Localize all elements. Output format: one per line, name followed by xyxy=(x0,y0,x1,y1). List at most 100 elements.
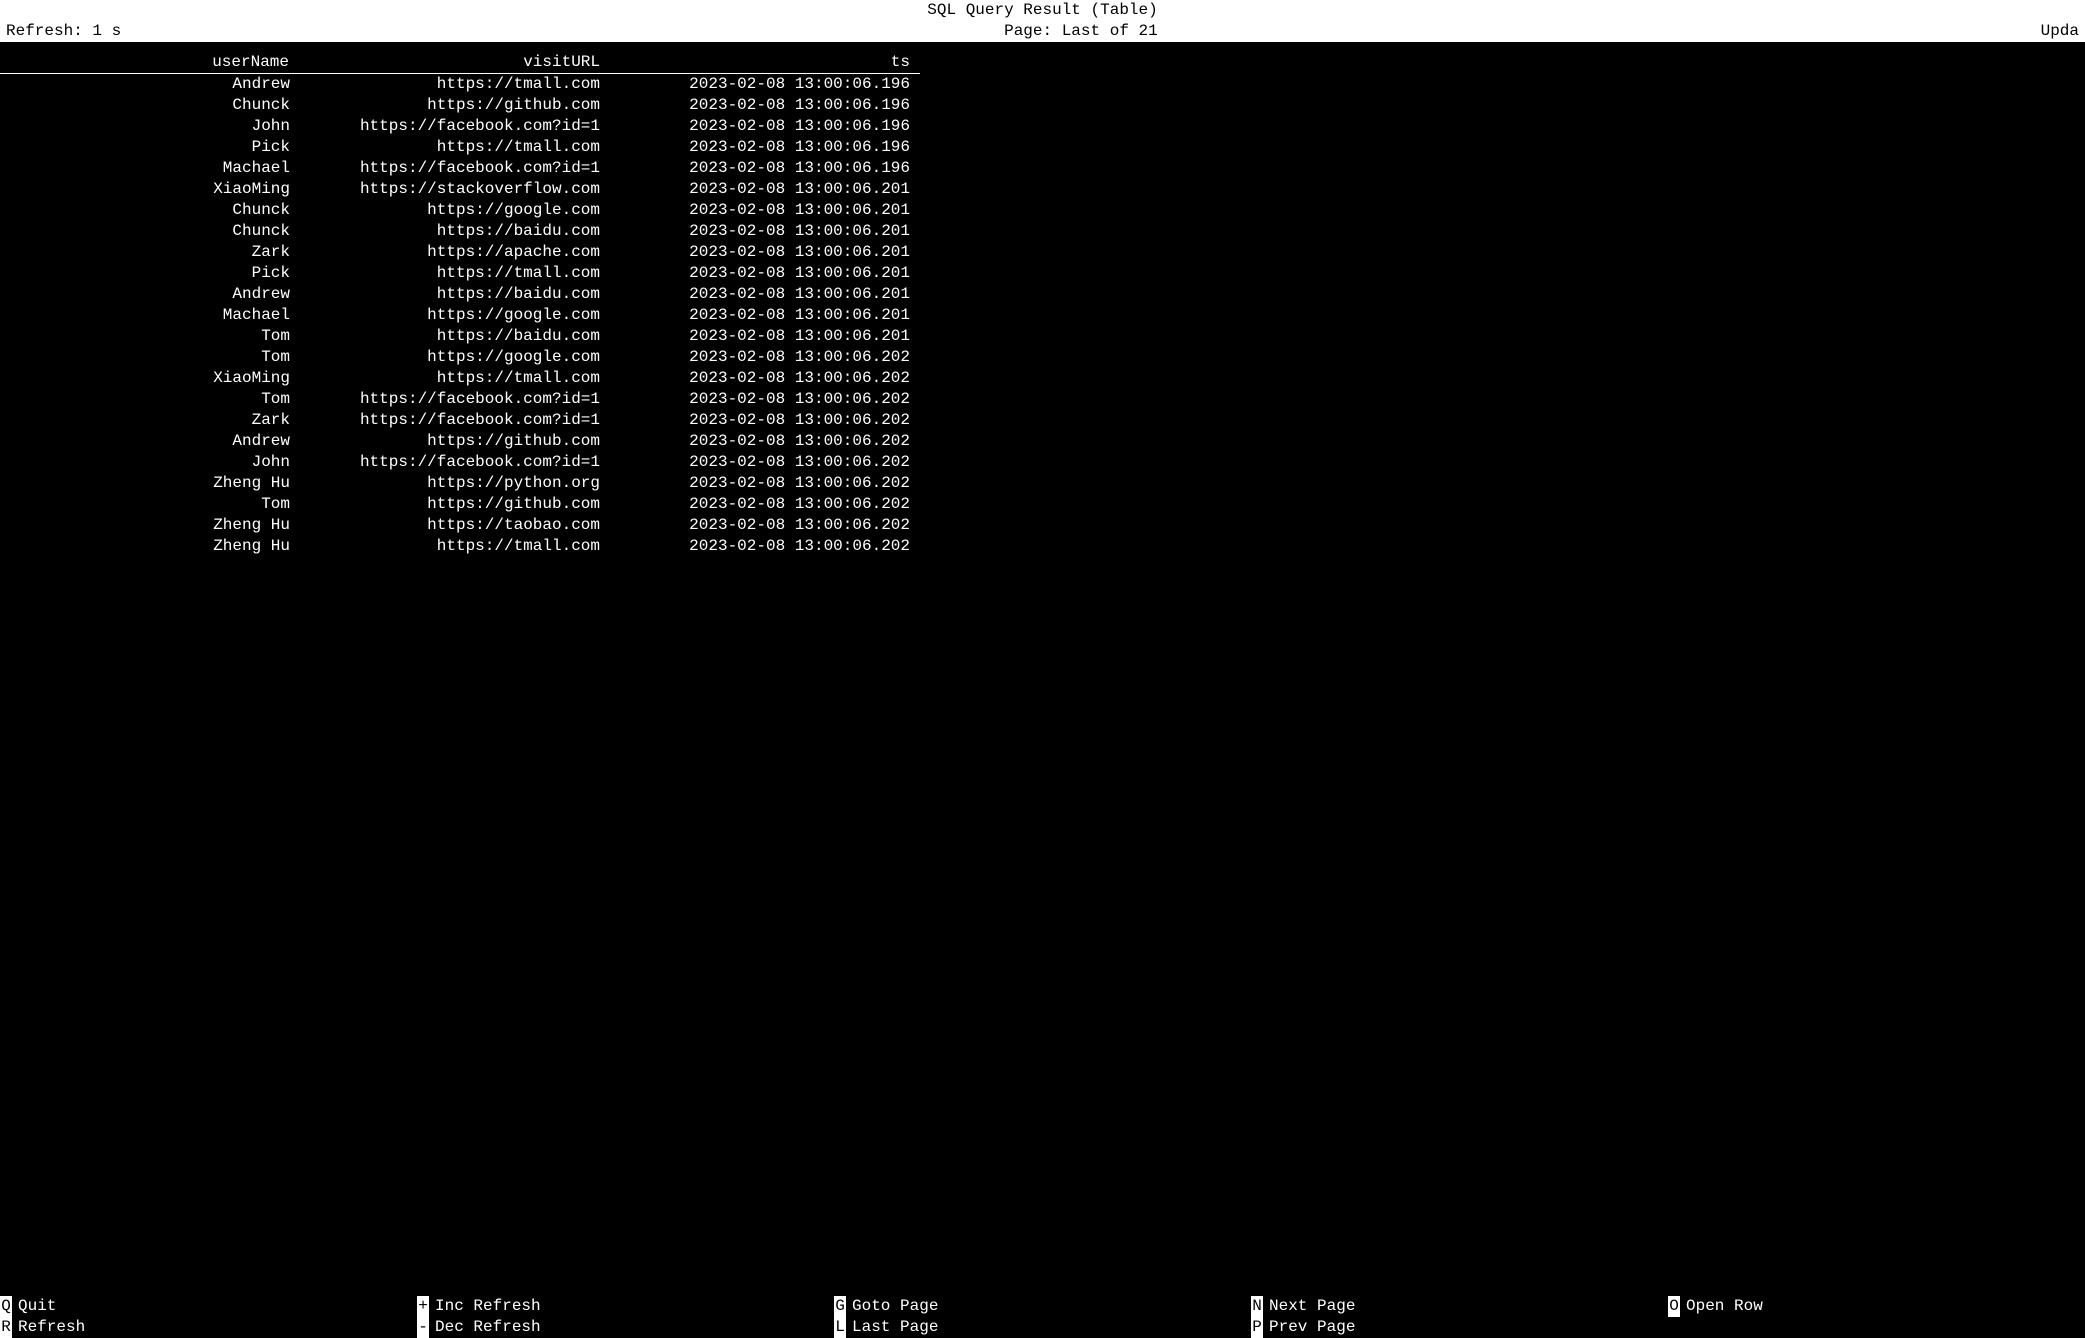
footer-command[interactable]: GGoto Page xyxy=(834,1296,1251,1317)
cell-visiturl: https://baidu.com xyxy=(300,284,610,305)
cell-visiturl: https://google.com xyxy=(300,305,610,326)
table-row[interactable]: Tomhttps://github.com2023-02-08 13:00:06… xyxy=(0,494,920,515)
cell-ts: 2023-02-08 13:00:06.196 xyxy=(610,137,920,158)
updated-status: Upda xyxy=(2041,21,2079,42)
table-row[interactable]: Machaelhttps://google.com2023-02-08 13:0… xyxy=(0,305,920,326)
footer-command[interactable]: RRefresh xyxy=(0,1317,417,1338)
table-row[interactable]: Zarkhttps://facebook.com?id=12023-02-08 … xyxy=(0,410,920,431)
cell-visiturl: https://baidu.com xyxy=(300,221,610,242)
table-row[interactable]: Andrewhttps://baidu.com2023-02-08 13:00:… xyxy=(0,284,920,305)
refresh-status: Refresh: 1 s xyxy=(6,21,121,42)
footer-key: + xyxy=(417,1296,429,1317)
cell-visiturl: https://facebook.com?id=1 xyxy=(300,116,610,137)
cell-ts: 2023-02-08 13:00:06.202 xyxy=(610,515,920,536)
cell-visiturl: https://taobao.com xyxy=(300,515,610,536)
footer-key: O xyxy=(1668,1296,1680,1317)
footer-command[interactable]: +Inc Refresh xyxy=(417,1296,834,1317)
cell-username: Chunck xyxy=(0,200,300,221)
cell-visiturl: https://github.com xyxy=(300,95,610,116)
cell-ts: 2023-02-08 13:00:06.202 xyxy=(610,431,920,452)
cell-ts: 2023-02-08 13:00:06.201 xyxy=(610,179,920,200)
cell-visiturl: https://facebook.com?id=1 xyxy=(300,410,610,431)
cell-ts: 2023-02-08 13:00:06.202 xyxy=(610,347,920,368)
cell-visiturl: https://facebook.com?id=1 xyxy=(300,158,610,179)
footer-key: - xyxy=(417,1317,429,1338)
table-row[interactable]: Tomhttps://google.com2023-02-08 13:00:06… xyxy=(0,347,920,368)
footer-key: Q xyxy=(0,1296,12,1317)
cell-username: Andrew xyxy=(0,431,300,452)
table-row[interactable]: Zheng Huhttps://taobao.com2023-02-08 13:… xyxy=(0,515,920,536)
table-row[interactable]: Chunckhttps://github.com2023-02-08 13:00… xyxy=(0,95,920,116)
cell-username: Zheng Hu xyxy=(0,473,300,494)
footer-command[interactable]: LLast Page xyxy=(834,1317,1251,1338)
cell-username: Zheng Hu xyxy=(0,515,300,536)
footer-key: P xyxy=(1251,1317,1263,1338)
cell-ts: 2023-02-08 13:00:06.202 xyxy=(610,452,920,473)
cell-ts: 2023-02-08 13:00:06.202 xyxy=(610,389,920,410)
table-row[interactable]: Machaelhttps://facebook.com?id=12023-02-… xyxy=(0,158,920,179)
page-title: SQL Query Result (Table) xyxy=(6,0,2079,21)
cell-username: John xyxy=(0,452,300,473)
footer-command[interactable]: OOpen Row xyxy=(1668,1296,2085,1317)
cell-ts: 2023-02-08 13:00:06.202 xyxy=(610,410,920,431)
cell-username: Machael xyxy=(0,158,300,179)
cell-visiturl: https://python.org xyxy=(300,473,610,494)
table-row[interactable]: Johnhttps://facebook.com?id=12023-02-08 … xyxy=(0,116,920,137)
cell-username: Pick xyxy=(0,263,300,284)
cell-username: Tom xyxy=(0,326,300,347)
cell-visiturl: https://tmall.com xyxy=(300,263,610,284)
cell-ts: 2023-02-08 13:00:06.201 xyxy=(610,305,920,326)
table-row[interactable]: Zarkhttps://apache.com2023-02-08 13:00:0… xyxy=(0,242,920,263)
cell-username: Zark xyxy=(0,242,300,263)
cell-visiturl: https://github.com xyxy=(300,431,610,452)
table-row[interactable]: Pickhttps://tmall.com2023-02-08 13:00:06… xyxy=(0,137,920,158)
column-header-username: userName xyxy=(0,52,300,73)
header-bar: SQL Query Result (Table) Refresh: 1 s Pa… xyxy=(0,0,2085,42)
table-row[interactable]: Andrewhttps://tmall.com2023-02-08 13:00:… xyxy=(0,74,920,95)
table-row[interactable]: Zheng Huhttps://tmall.com2023-02-08 13:0… xyxy=(0,536,920,557)
footer-command[interactable]: NNext Page xyxy=(1251,1296,1668,1317)
footer-label: Refresh xyxy=(12,1317,85,1338)
table-row[interactable]: Andrewhttps://github.com2023-02-08 13:00… xyxy=(0,431,920,452)
cell-ts: 2023-02-08 13:00:06.201 xyxy=(610,326,920,347)
cell-username: John xyxy=(0,116,300,137)
footer-command[interactable]: -Dec Refresh xyxy=(417,1317,834,1338)
table-row[interactable]: XiaoMinghttps://stackoverflow.com2023-02… xyxy=(0,179,920,200)
cell-ts: 2023-02-08 13:00:06.202 xyxy=(610,368,920,389)
footer-label: Next Page xyxy=(1263,1296,1355,1317)
footer-command[interactable]: QQuit xyxy=(0,1296,417,1317)
table-header-row: userName visitURL ts xyxy=(0,52,920,74)
cell-ts: 2023-02-08 13:00:06.201 xyxy=(610,221,920,242)
column-header-visiturl: visitURL xyxy=(300,52,610,73)
cell-visiturl: https://tmall.com xyxy=(300,137,610,158)
table-row[interactable]: Chunckhttps://google.com2023-02-08 13:00… xyxy=(0,200,920,221)
footer-key: L xyxy=(834,1317,846,1338)
table-row[interactable]: Tomhttps://baidu.com2023-02-08 13:00:06.… xyxy=(0,326,920,347)
table-row[interactable]: Tomhttps://facebook.com?id=12023-02-08 1… xyxy=(0,389,920,410)
cell-username: Chunck xyxy=(0,95,300,116)
table-row[interactable]: Zheng Huhttps://python.org2023-02-08 13:… xyxy=(0,473,920,494)
cell-username: Andrew xyxy=(0,74,300,95)
footer-label: Open Row xyxy=(1680,1296,1763,1317)
cell-ts: 2023-02-08 13:00:06.196 xyxy=(610,74,920,95)
table-row[interactable]: Johnhttps://facebook.com?id=12023-02-08 … xyxy=(0,452,920,473)
cell-username: Andrew xyxy=(0,284,300,305)
cell-username: Tom xyxy=(0,389,300,410)
cell-visiturl: https://tmall.com xyxy=(300,368,610,389)
cell-username: Zheng Hu xyxy=(0,536,300,557)
cell-ts: 2023-02-08 13:00:06.201 xyxy=(610,200,920,221)
cell-visiturl: https://apache.com xyxy=(300,242,610,263)
result-table-area: userName visitURL ts Andrewhttps://tmall… xyxy=(0,42,2085,1296)
footer-key: G xyxy=(834,1296,846,1317)
table-row[interactable]: XiaoMinghttps://tmall.com2023-02-08 13:0… xyxy=(0,368,920,389)
cell-ts: 2023-02-08 13:00:06.201 xyxy=(610,263,920,284)
cell-username: Tom xyxy=(0,347,300,368)
footer-command[interactable]: PPrev Page xyxy=(1251,1317,1668,1338)
table-row[interactable]: Pickhttps://tmall.com2023-02-08 13:00:06… xyxy=(0,263,920,284)
footer-command[interactable] xyxy=(1668,1317,2085,1338)
footer-label: Last Page xyxy=(846,1317,938,1338)
table-row[interactable]: Chunckhttps://baidu.com2023-02-08 13:00:… xyxy=(0,221,920,242)
footer-label: Dec Refresh xyxy=(429,1317,541,1338)
cell-ts: 2023-02-08 13:00:06.202 xyxy=(610,494,920,515)
cell-ts: 2023-02-08 13:00:06.201 xyxy=(610,242,920,263)
